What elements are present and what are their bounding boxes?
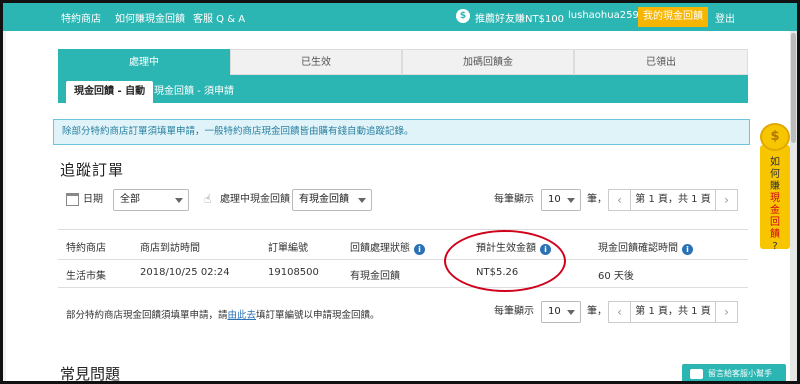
highlight-circle-annotation — [444, 230, 566, 292]
per-page-value: 10 — [548, 194, 561, 205]
nav-refer-friend[interactable]: 推薦好友賺NT$100 — [475, 10, 564, 25]
scrollbar-thumb[interactable] — [791, 33, 796, 143]
nav-username[interactable]: lushaohua2594 — [568, 10, 645, 21]
per-page-select[interactable]: 10 — [541, 189, 581, 211]
info-icon[interactable]: i — [414, 244, 425, 255]
chevron-down-icon — [175, 198, 183, 203]
top-navigation-bar: 特約商店 如何賺現金回饋 客服 Q & A $ 推薦好友賺NT$100 lush… — [3, 3, 797, 31]
header-processing-status-label: 回饋處理狀態 — [350, 243, 410, 254]
gold-coin-icon: $ — [760, 123, 790, 151]
section-title: 追蹤訂單 — [60, 161, 125, 179]
tab-bonus[interactable]: 加碼回饋金 — [402, 49, 574, 75]
widget-char: ? — [772, 241, 778, 252]
chat-support-button[interactable]: 留言給客服小幫手 — [682, 364, 786, 381]
date-select-value: 全部 — [120, 194, 140, 205]
nav-customer-qa[interactable]: 客服 Q & A — [193, 10, 245, 25]
widget-char: 回 — [770, 217, 780, 228]
subtab-apply[interactable]: 現金回饋 - 須申請 — [146, 81, 242, 103]
my-cashback-button[interactable]: 我的現金回饋 — [638, 7, 708, 27]
page-info: 第 1 頁，共 1 頁 — [635, 306, 711, 317]
screenshot-frame: 特約商店 如何賺現金回饋 客服 Q & A $ 推薦好友賺NT$100 lush… — [0, 0, 800, 384]
info-notice: 除部分特約商店訂單須填單申請，一般特約商店現金回饋皆由購有錢自動追蹤記錄。 — [53, 119, 750, 145]
prev-page-button[interactable]: ‹ — [609, 190, 631, 210]
nav-how-to-earn[interactable]: 如何賺現金回饋 — [115, 10, 185, 25]
subtab-auto[interactable]: 現金回饋 - 自動 — [66, 81, 154, 103]
scrollbar[interactable] — [790, 31, 797, 381]
chevron-down-icon — [567, 198, 575, 203]
header-visit-time: 商店到訪時間 — [140, 243, 200, 254]
header-confirm-time: 現金回饋確認時間 i — [598, 239, 693, 255]
chat-icon — [690, 369, 703, 379]
cell-confirm-time: 60 天後 — [598, 271, 634, 282]
tab-withdrawn[interactable]: 已領出 — [574, 49, 748, 75]
widget-char: 賺 — [770, 181, 780, 192]
next-page-button[interactable]: › — [715, 190, 737, 210]
table-divider — [58, 229, 748, 230]
header-order-number: 訂單編號 — [268, 243, 308, 254]
widget-panel: 如 何 賺 現 金 回 饋 ? — [760, 145, 790, 252]
dollar-icon: $ — [456, 9, 470, 23]
subtab-bar: 現金回饋 - 自動 現金回饋 - 須申請 — [58, 75, 748, 103]
hand-pointer-icon: ☝ — [204, 192, 212, 206]
per-page-unit: 筆， — [587, 306, 607, 317]
widget-char: 如 — [770, 157, 780, 168]
how-to-earn-widget[interactable]: 如 何 賺 現 金 回 饋 ? $ — [760, 123, 790, 252]
header-store: 特約商店 — [66, 243, 106, 254]
main-content: 處理中 已生效 加碼回饋金 已領出 現金回饋 - 自動 現金回饋 - 須申請 除… — [6, 31, 790, 381]
nav-partner-stores[interactable]: 特約商店 — [61, 10, 101, 25]
date-label: 日期 — [83, 194, 103, 205]
page-info: 第 1 頁，共 1 頁 — [635, 194, 711, 205]
info-icon[interactable]: i — [682, 244, 693, 255]
chat-label: 留言給客服小幫手 — [708, 369, 772, 378]
bottom-pagination-bar: 每筆顯示 10 筆， ‹ 第 1 頁，共 1 頁 › — [6, 301, 790, 325]
table-divider — [58, 259, 748, 260]
widget-char: 何 — [770, 169, 780, 180]
header-processing-status: 回饋處理狀態 i — [350, 239, 425, 255]
status-select-value: 有現金回饋 — [299, 194, 349, 205]
logout-link[interactable]: 登出 — [715, 10, 735, 25]
next-page-button[interactable]: › — [715, 302, 737, 322]
widget-text: 如 何 賺 現 金 回 饋 ? — [760, 157, 790, 253]
faq-title: 常見問題 — [60, 365, 121, 383]
status-label: 處理中現金回饋 — [220, 194, 290, 205]
tab-effective[interactable]: 已生效 — [230, 49, 402, 75]
cell-visit-time: 2018/10/25 02:24 — [140, 267, 230, 278]
widget-char: 現 — [770, 193, 780, 204]
cell-store: 生活市集 — [66, 271, 106, 282]
tab-processing[interactable]: 處理中 — [58, 49, 230, 75]
prev-page-button[interactable]: ‹ — [609, 302, 631, 322]
status-select[interactable]: 有現金回饋 — [292, 189, 372, 211]
calendar-icon — [66, 193, 79, 206]
pagination: ‹ 第 1 頁，共 1 頁 › — [608, 189, 738, 211]
pagination-bottom: ‹ 第 1 頁，共 1 頁 › — [608, 301, 738, 323]
per-page-select-bottom[interactable]: 10 — [541, 301, 581, 323]
cell-status: 有現金回饋 — [350, 271, 400, 282]
status-tabs: 處理中 已生效 加碼回饋金 已領出 — [58, 49, 748, 75]
chevron-down-icon — [358, 198, 366, 203]
widget-char: 饋 — [770, 229, 780, 240]
per-page-label: 每筆顯示 — [494, 306, 534, 317]
cell-order-number: 19108500 — [268, 267, 319, 278]
per-page-label: 每筆顯示 — [494, 194, 534, 205]
per-page-unit: 筆， — [587, 194, 607, 205]
header-confirm-time-label: 現金回饋確認時間 — [598, 243, 678, 254]
date-select[interactable]: 全部 — [113, 189, 189, 211]
per-page-value: 10 — [548, 306, 561, 317]
table-divider — [58, 287, 748, 288]
chevron-down-icon — [567, 310, 575, 315]
filter-bar: 日期 全部 ☝ 處理中現金回饋 有現金回饋 每筆顯示 10 筆， ‹ 第 1 頁… — [6, 189, 790, 213]
widget-char: 金 — [770, 205, 780, 216]
